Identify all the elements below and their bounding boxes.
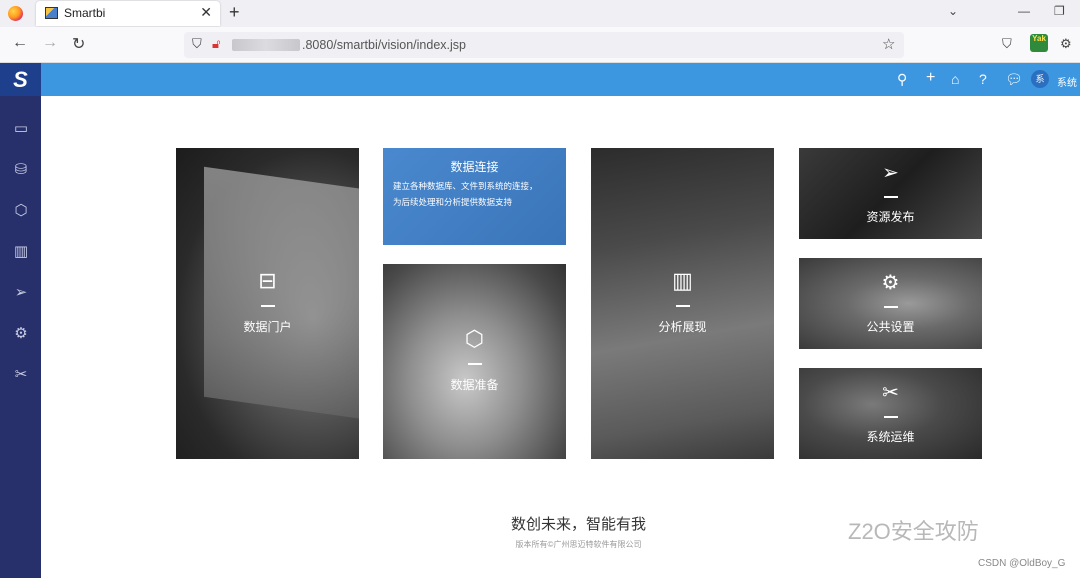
help-icon[interactable]: ? xyxy=(979,71,987,87)
tile-data-connect[interactable]: 数据连接 建立各种数据库、文件到系统的连接， 为后续处理和分析提供数据支持 xyxy=(383,148,566,245)
pocket-icon[interactable]: ⛉ xyxy=(1002,36,1012,52)
tile-label-publish: 资源发布 xyxy=(866,210,915,224)
sidebar-monitor-icon[interactable]: ▭ xyxy=(10,118,32,140)
tile-analysis[interactable]: ▥ 分析展现 xyxy=(591,148,774,459)
browser-tab-smartbi[interactable]: Smartbi ✕ xyxy=(36,1,220,26)
home-icon[interactable]: ⌂ xyxy=(951,71,959,87)
new-tab-button[interactable]: + xyxy=(229,2,240,23)
sidebar-settings-icon[interactable]: ⚙ xyxy=(10,323,32,345)
forward-arrow-icon[interactable]: → xyxy=(42,34,58,52)
tile-label-settings: 公共设置 xyxy=(866,320,915,334)
app-header: ⚲ + ⌂ ? 💬︎ 系 系统 xyxy=(0,63,1080,96)
tile-divider xyxy=(467,363,482,365)
user-avatar[interactable]: 系 xyxy=(1031,70,1049,88)
send-icon: ➢ xyxy=(882,162,899,184)
wechat-watermark: Z2O安全攻防 xyxy=(848,514,979,546)
sidebar-cube-icon[interactable]: ⬡ xyxy=(10,200,32,222)
sidebar-chart-icon[interactable]: ▥ xyxy=(10,241,32,263)
tile-divider xyxy=(883,306,898,308)
firefox-icon[interactable] xyxy=(8,6,23,21)
bookmark-star-icon[interactable]: ☆ xyxy=(882,35,895,53)
tile-data-prepare[interactable]: ⬡ 数据准备 xyxy=(383,264,566,459)
tile-divider xyxy=(675,305,690,307)
shield-icon[interactable]: ⛉ xyxy=(192,36,202,52)
close-tab-icon[interactable]: ✕ xyxy=(200,4,212,21)
tile-label-ops: 系统运维 xyxy=(866,430,915,444)
connect-description-line2: 为后续处理和分析提供数据支持 xyxy=(393,197,513,207)
connect-description-line1: 建立各种数据库、文件到系统的连接， xyxy=(393,181,538,191)
message-icon[interactable]: 💬︎ xyxy=(1005,71,1023,88)
extensions-icon[interactable]: ⚙ xyxy=(1060,36,1072,52)
search-icon[interactable]: ⚲ xyxy=(897,71,907,88)
redacted-host xyxy=(232,39,300,51)
tile-publish[interactable]: ➢ 资源发布 xyxy=(799,148,982,239)
tile-ops[interactable]: ✂ 系统运维 xyxy=(799,368,982,459)
sidebar-send-icon[interactable]: ➢ xyxy=(10,282,32,304)
user-name[interactable]: 系统 xyxy=(1057,74,1077,89)
tile-label-prepare: 数据准备 xyxy=(450,378,499,392)
sidebar: ▭ ⛁ ⬡ ▥ ➢ ⚙ ✂ xyxy=(0,96,41,578)
cube-icon: ⬡ xyxy=(464,326,485,351)
tile-divider xyxy=(260,305,275,307)
tile-divider xyxy=(883,416,898,418)
restore-window-icon[interactable]: ❐ xyxy=(1054,4,1065,18)
csdn-watermark: CSDN @OldBoy_G xyxy=(978,558,1066,569)
tile-data-portal[interactable]: ⊟ 数据门户 xyxy=(176,148,359,459)
sidebar-tools-icon[interactable]: ✂ xyxy=(10,364,32,386)
add-icon[interactable]: + xyxy=(926,69,935,87)
tile-settings[interactable]: ⚙ 公共设置 xyxy=(799,258,982,349)
browser-toolbar: ← → ↻ ⛉ 🔓︎ .8080/smartbi/vision/index.js… xyxy=(0,27,1080,63)
tile-label-connect: 数据连接 xyxy=(450,160,499,174)
bar-chart-icon: ▥ xyxy=(672,268,693,293)
minimize-window-icon[interactable]: — xyxy=(1018,4,1030,18)
tile-label-analysis: 分析展现 xyxy=(658,320,707,334)
browser-tab-bar: Smartbi ✕ + ⌄ — ❐ xyxy=(0,0,1080,27)
back-arrow-icon[interactable]: ← xyxy=(12,34,28,52)
insecure-lock-icon[interactable]: 🔓︎ xyxy=(212,36,220,52)
monitor-icon: ⊟ xyxy=(258,268,277,293)
tile-label-portal: 数据门户 xyxy=(243,320,292,334)
reload-icon[interactable]: ↻ xyxy=(72,34,85,54)
tab-title: Smartbi xyxy=(64,6,106,20)
wrench-screwdriver-icon: ✂ xyxy=(882,382,899,404)
tools-gear-icon: ⚙ xyxy=(881,272,900,294)
url-bar[interactable]: ⛉ 🔓︎ .8080/smartbi/vision/index.jsp ☆ xyxy=(184,32,904,58)
sidebar-database-icon[interactable]: ⛁ xyxy=(10,159,32,181)
tab-list-chevron-icon[interactable]: ⌄ xyxy=(948,4,958,18)
smartbi-favicon-icon xyxy=(45,7,58,19)
tile-divider xyxy=(883,196,898,198)
smartbi-logo[interactable]: S xyxy=(0,63,41,96)
url-text[interactable]: .8080/smartbi/vision/index.jsp xyxy=(302,38,466,52)
wechat-watermark-text: Z2O安全攻防 xyxy=(848,519,979,544)
yak-extension-icon[interactable]: Yak xyxy=(1030,34,1048,52)
